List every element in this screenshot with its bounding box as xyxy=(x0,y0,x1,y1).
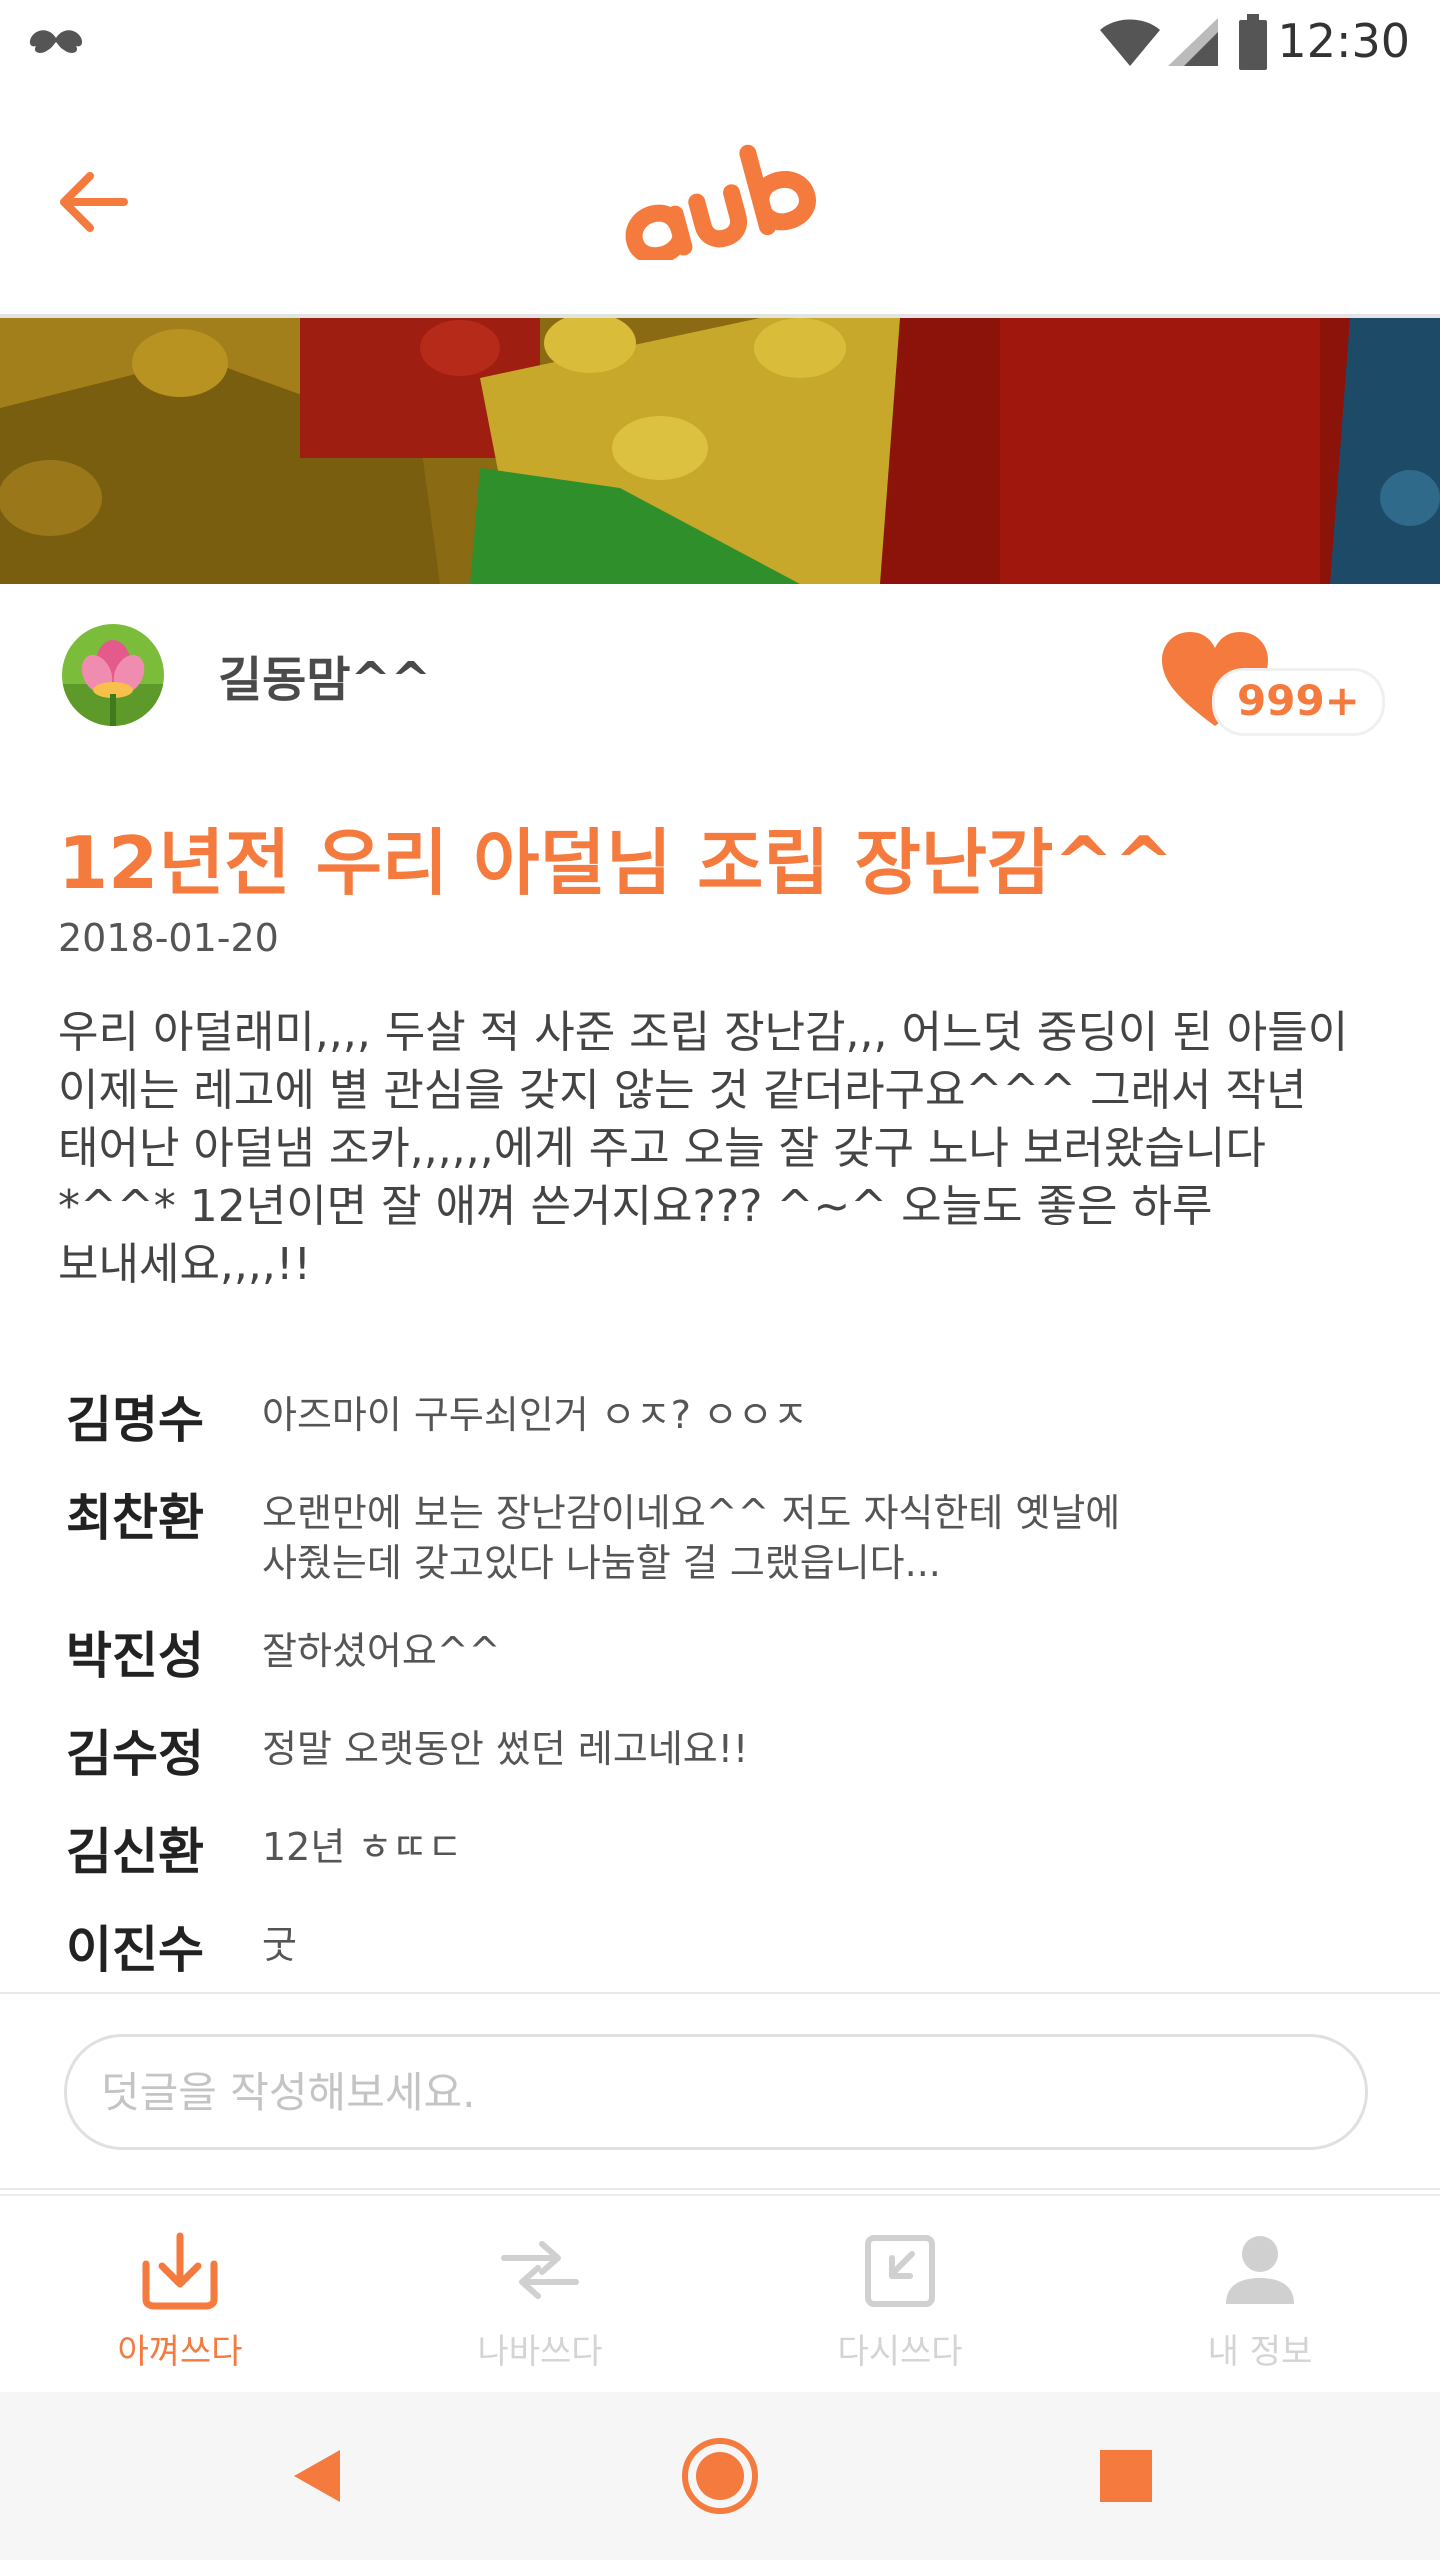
exchange-arrows-icon xyxy=(501,2241,579,2299)
reuse-box-icon xyxy=(865,2235,935,2307)
comment-text: 오랜만에 보는 장난감이네요^^ 저도 자식한테 옛날에 xyxy=(262,1491,1121,1535)
tab-label: 다시쓰다 xyxy=(837,2332,963,2372)
mustache-icon xyxy=(29,30,83,53)
like-count-badge[interactable]: 999+ xyxy=(1212,668,1385,736)
person-icon xyxy=(1226,2236,1294,2304)
comment-author[interactable]: 박진성 xyxy=(66,1616,204,1688)
post-body-line: 이제는 레고에 별 관심을 갖지 않는 것 같더라구요^^^ 그래서 작년 xyxy=(58,1065,1307,1116)
comment-text: 정말 오랫동안 썼던 레고네요!! xyxy=(262,1727,749,1771)
download-box-icon xyxy=(142,2232,218,2310)
bottom-tab-bar: 아껴쓰다 나바쓰다 다시쓰다 내 정보 xyxy=(0,2194,1440,2390)
comment-author[interactable]: 최찬환 xyxy=(66,1478,204,1550)
comment-text: 12년 ㅎㄸㄷ xyxy=(262,1825,463,1869)
post-banner-image xyxy=(0,318,1440,584)
comment-author[interactable]: 김신환 xyxy=(66,1812,204,1884)
battery-icon xyxy=(1239,14,1267,70)
nav-home-icon[interactable] xyxy=(680,2436,760,2516)
tab-exchange[interactable]: 나바쓰다 xyxy=(360,2196,720,2392)
post-body-line: *^^* 12년이면 잘 애껴 쓴거지요??? ^~^ 오늘도 좋은 하루 xyxy=(58,1181,1213,1232)
tab-reuse[interactable]: 다시쓰다 xyxy=(720,2196,1080,2392)
app-logo[interactable] xyxy=(615,140,825,260)
comment-author[interactable]: 김명수 xyxy=(66,1380,204,1452)
cellular-signal-icon xyxy=(1168,18,1218,66)
comment-text: 사줬는데 갖고있다 나눔할 걸 그랬읍니다... xyxy=(262,1541,941,1585)
back-arrow-icon[interactable] xyxy=(58,170,130,234)
nav-recents-icon[interactable] xyxy=(1098,2448,1154,2504)
comment-input-bar xyxy=(0,1992,1440,2190)
post-body: 우리 아덜래미,,,, 두살 적 사준 조립 장난감,,, 어느덧 중딩이 된 … xyxy=(58,1004,1398,1294)
status-time: 12:30 xyxy=(1277,14,1410,68)
author-avatar[interactable] xyxy=(62,624,164,726)
comment-author[interactable]: 김수정 xyxy=(66,1714,204,1786)
comment-text: 아즈마이 구두쇠인거 ㅇㅈ? ㅇㅇㅈ xyxy=(262,1393,808,1437)
tab-my-info[interactable]: 내 정보 xyxy=(1080,2196,1440,2392)
system-nav-bar xyxy=(0,2392,1440,2560)
comment-text: 잘하셨어요^^ xyxy=(262,1629,501,1673)
tab-save[interactable]: 아껴쓰다 xyxy=(0,2196,360,2392)
post-title: 12년전 우리 아덜님 조립 장난감^^ xyxy=(58,821,1174,905)
comment-author[interactable]: 이진수 xyxy=(66,1910,204,1982)
nav-back-icon[interactable] xyxy=(290,2448,342,2504)
comment-text: 굿 xyxy=(262,1923,297,1967)
author-name[interactable]: 길동맘^^ xyxy=(218,640,431,710)
tab-label: 나바쓰다 xyxy=(477,2332,603,2372)
status-bar: 12:30 xyxy=(0,0,1440,88)
post-body-line: 보내세요,,,,!! xyxy=(58,1239,312,1290)
tab-label: 내 정보 xyxy=(1207,2332,1313,2372)
wifi-icon xyxy=(1100,19,1160,66)
comment-input[interactable] xyxy=(64,2034,1368,2150)
post-date: 2018-01-20 xyxy=(58,916,279,960)
post-body-line: 태어난 아덜냄 조카,,,,,,에게 주고 오늘 잘 갖구 노나 보러왔습니다 xyxy=(58,1123,1266,1174)
tab-label: 아껴쓰다 xyxy=(117,2332,243,2372)
post-body-line: 우리 아덜래미,,,, 두살 적 사준 조립 장난감,,, 어느덧 중딩이 된 … xyxy=(58,1007,1349,1058)
